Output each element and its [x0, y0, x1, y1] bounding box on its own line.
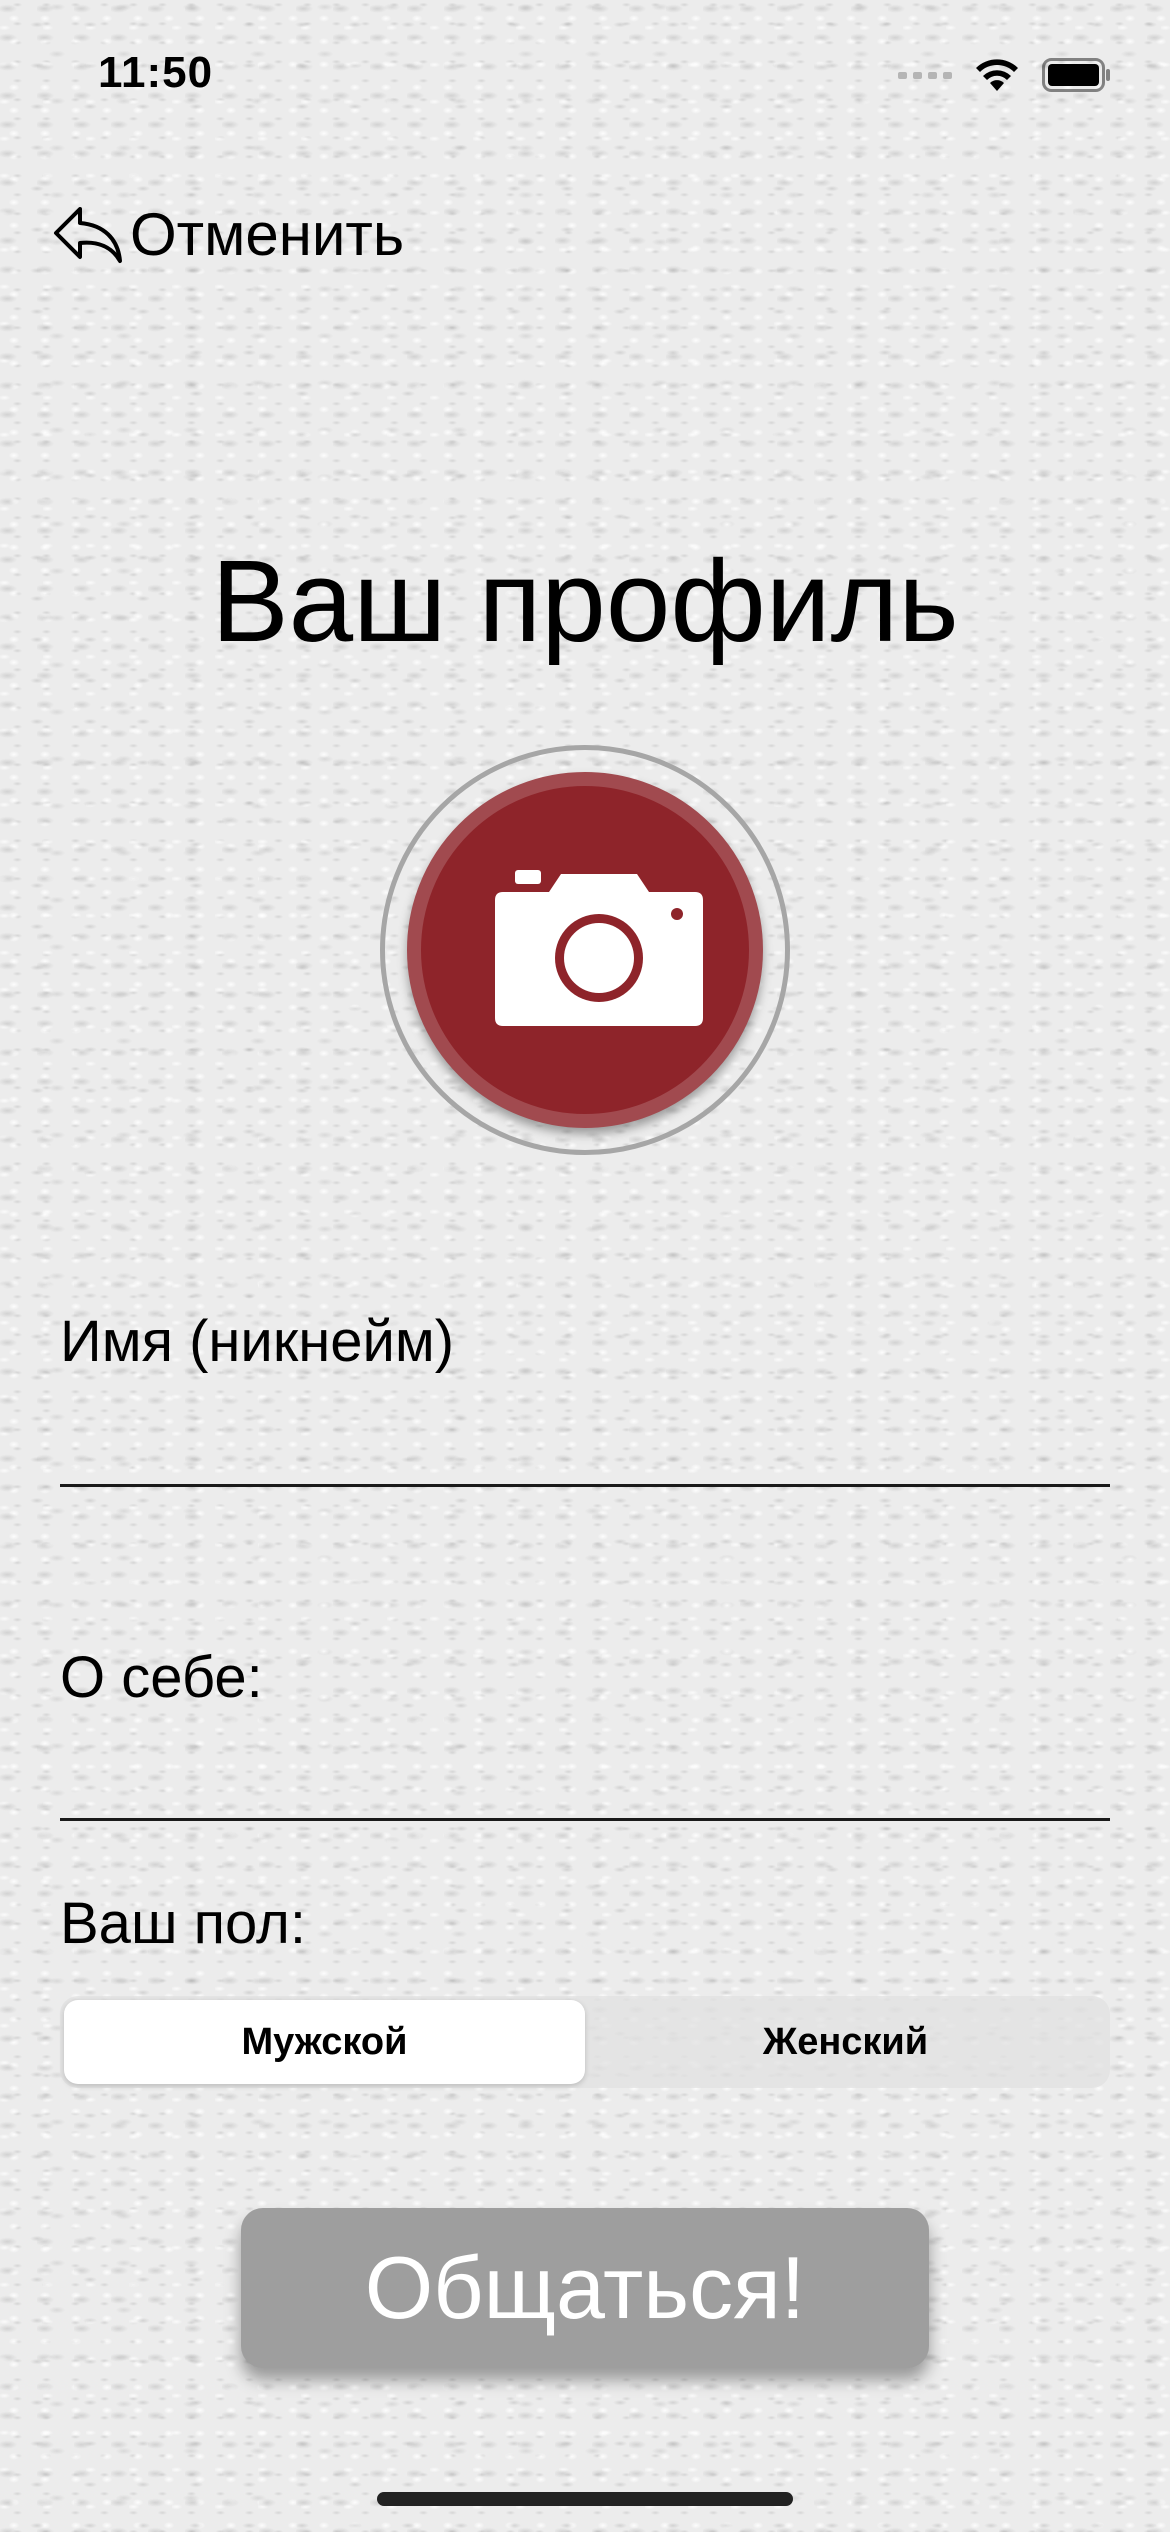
home-indicator [377, 2492, 793, 2506]
status-time: 11:50 [98, 48, 214, 97]
cancel-button[interactable]: Отменить [52, 200, 404, 270]
name-input[interactable] [60, 1397, 1110, 1487]
gender-label: Ваш пол: [60, 1891, 306, 1956]
cellular-signal-icon [898, 71, 952, 79]
name-label: Имя (никнейм) [60, 1309, 455, 1374]
camera-icon [495, 870, 703, 1026]
page-title: Ваш профиль [211, 536, 959, 666]
avatar-photo-button[interactable] [380, 745, 790, 1155]
gender-segmented-control: Мужской Женский [60, 1996, 1110, 2088]
about-input[interactable] [60, 1731, 1110, 1821]
battery-icon [1042, 58, 1110, 92]
avatar-circle [407, 772, 763, 1128]
status-bar: 11:50 [0, 0, 1170, 140]
gender-option-male[interactable]: Мужской [64, 2000, 585, 2084]
wifi-icon [976, 59, 1018, 91]
about-label: О себе: [60, 1645, 263, 1710]
back-arrow-icon [54, 207, 122, 263]
cancel-label: Отменить [130, 201, 405, 268]
chat-button[interactable]: Общаться! [241, 2208, 929, 2368]
status-icons [898, 50, 1112, 100]
gender-option-female[interactable]: Женский [585, 2000, 1106, 2084]
